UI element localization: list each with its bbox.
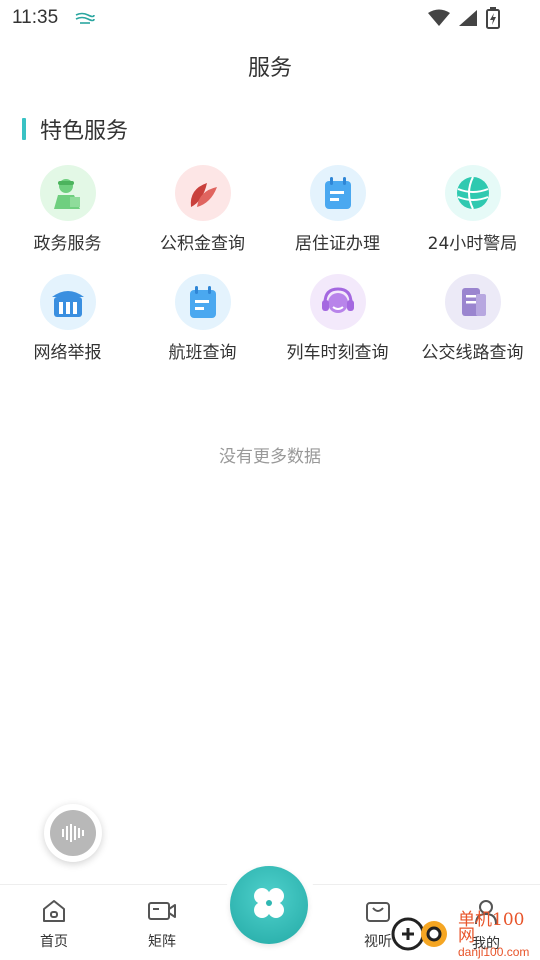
status-time: 11:35	[12, 7, 59, 28]
wifi-icon	[428, 9, 450, 31]
building-icon	[39, 274, 96, 330]
section-title: 特色服务	[40, 119, 129, 144]
clover-icon	[248, 882, 290, 928]
soundwave-icon	[50, 810, 96, 856]
service-label: 政务服务	[33, 234, 102, 254]
service-label: 公积金查询	[160, 234, 245, 254]
voice-assistant-button[interactable]	[44, 804, 102, 862]
service-item-residence-permit[interactable]: 居住证办理	[270, 165, 405, 256]
battery-icon	[486, 7, 500, 33]
page-title: 服务	[247, 56, 292, 81]
status-bar: 11:35	[0, 0, 540, 36]
services-grid: 政务服务 公积金查询 居住证办理 24小时警局 网络举报 航班查询 列车时刻查询…	[0, 165, 540, 365]
leaf-icon	[174, 165, 231, 221]
service-label: 列车时刻查询	[286, 343, 389, 363]
section-header: 特色服务	[22, 113, 128, 145]
service-item-government[interactable]: 政务服务	[0, 165, 135, 256]
service-label: 24小时警局	[427, 234, 518, 254]
service-item-online-report[interactable]: 网络举报	[0, 274, 135, 365]
calendar-card-icon	[309, 165, 366, 221]
service-item-bus[interactable]: 公交线路查询	[405, 274, 540, 365]
globe-icon	[444, 165, 501, 221]
signal-icon	[458, 9, 478, 31]
notification-icon	[74, 10, 96, 29]
service-item-police[interactable]: 24小时警局	[405, 165, 540, 256]
section-accent-bar	[22, 118, 26, 140]
nav-label-matrix: 矩阵	[148, 934, 176, 950]
government-worker-icon	[39, 165, 96, 221]
bag-icon	[365, 899, 391, 927]
nav-label-home: 首页	[40, 934, 68, 950]
service-label: 居住证办理	[295, 234, 380, 254]
watermark: 单机100网 danji100.com	[390, 912, 540, 960]
service-label: 网络举报	[33, 343, 102, 363]
watermark-logo-icon	[390, 914, 454, 958]
center-services-button[interactable]	[230, 866, 308, 944]
watermark-main-text: 单机100网	[458, 910, 525, 946]
watermark-sub-text: danji100.com	[458, 945, 530, 959]
no-more-data-text: 没有更多数据	[219, 447, 321, 467]
document-icon	[444, 274, 501, 330]
nav-item-matrix[interactable]: 矩阵	[122, 899, 202, 951]
service-item-flight[interactable]: 航班查询	[135, 274, 270, 365]
service-item-housing-fund[interactable]: 公积金查询	[135, 165, 270, 256]
nav-item-home[interactable]: 首页	[14, 899, 94, 951]
service-label: 公交线路查询	[421, 343, 524, 363]
video-camera-icon	[147, 899, 177, 927]
service-label: 航班查询	[168, 343, 237, 363]
status-icons	[428, 7, 500, 33]
calendar-card-icon	[174, 274, 231, 330]
nav-label-media: 视听	[364, 934, 392, 950]
home-icon	[41, 899, 67, 927]
headset-icon	[309, 274, 366, 330]
service-item-train[interactable]: 列车时刻查询	[270, 274, 405, 365]
